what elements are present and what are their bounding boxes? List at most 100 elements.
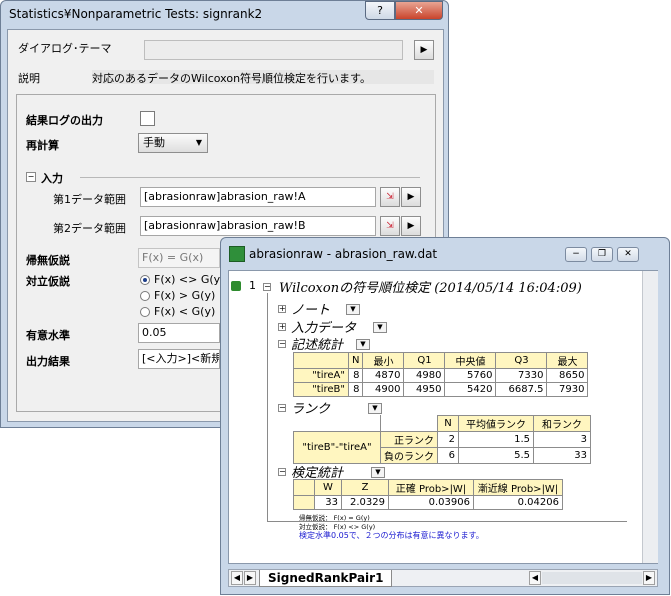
table-header: 平均値ランク — [458, 415, 534, 432]
log-output-checkbox[interactable] — [140, 111, 155, 126]
input-expand-toggle[interactable]: + — [278, 323, 286, 331]
range1-input[interactable]: [abrasionraw]abrasion_raw!A — [140, 187, 376, 207]
range2-input[interactable]: [abrasionraw]abrasion_raw!B — [140, 216, 376, 236]
rank-dropdown[interactable]: ▼ — [368, 403, 382, 414]
output-input[interactable]: [<入力>]<新規 — [138, 349, 220, 369]
row-label: 正ランク — [380, 431, 438, 448]
table-header: 最小 — [362, 352, 405, 369]
sheet-tab-signedrankpair1[interactable]: SignedRankPair1 — [259, 570, 393, 587]
recalc-label: 再計算 — [26, 139, 59, 152]
report-title: Wilcoxonの符号順位検定 (2014/05/14 16:04:09) — [279, 281, 582, 296]
output-label: 出力結果 — [26, 355, 70, 368]
test-collapse-toggle[interactable]: − — [278, 468, 286, 476]
table-cell[interactable]: 4870 — [362, 368, 405, 383]
range-select-icon: ⇲ — [386, 192, 394, 202]
notes-label: ノート — [291, 303, 331, 318]
test-stats-table: W Z 正確 Prob>|W| 漸近線 Prob>|W| 33 2.0329 0… — [293, 479, 563, 510]
range2-menu-button[interactable]: ▶ — [401, 216, 421, 236]
table-cell[interactable]: 8650 — [546, 368, 589, 383]
close-button[interactable]: ✕ — [617, 247, 639, 262]
range1-menu-button[interactable]: ▶ — [401, 187, 421, 207]
table-cell[interactable]: 2.0329 — [341, 495, 389, 510]
chevron-down-icon: ▼ — [372, 404, 378, 412]
dialog-title: Statistics¥Nonparametric Tests: signrank… — [9, 7, 263, 21]
input-dropdown[interactable]: ▼ — [373, 322, 387, 333]
table-cell[interactable]: 33 — [533, 447, 591, 464]
tab-scroll-right-button[interactable]: ▶ — [244, 571, 256, 585]
table-cell[interactable]: 0.04206 — [473, 495, 563, 510]
notes-expand-toggle[interactable]: + — [278, 305, 286, 313]
table-cell[interactable]: 6 — [437, 447, 459, 464]
minimize-button[interactable]: − — [565, 247, 587, 262]
table-cell[interactable]: 8 — [347, 382, 364, 397]
table-cell[interactable]: 6687.5 — [495, 382, 548, 397]
workbook-icon — [229, 246, 245, 262]
triangle-right-icon: ▶ — [407, 221, 415, 231]
table-cell[interactable]: 33 — [314, 495, 342, 510]
row-label: "tireB" — [293, 382, 349, 397]
chevron-down-icon: ▼ — [195, 138, 202, 147]
recalc-select[interactable]: 手動 ▼ — [138, 133, 208, 153]
range1-label: 第1データ範囲 — [53, 193, 126, 206]
table-cell[interactable]: 4950 — [403, 382, 446, 397]
hscroll-left-button[interactable]: ◀ — [529, 571, 541, 585]
triangle-right-icon: ▶ — [407, 192, 415, 202]
input-section-label: 入力 — [41, 172, 63, 185]
vertical-scrollbar[interactable] — [642, 271, 658, 563]
table-cell[interactable]: 7930 — [546, 382, 589, 397]
alt-hyp-label: 対立仮説 — [26, 275, 70, 288]
close-button[interactable]: ✕ — [395, 1, 443, 20]
rank-collapse-toggle[interactable]: − — [278, 404, 286, 412]
tree-guide — [267, 293, 268, 521]
table-cell[interactable]: 8 — [347, 368, 364, 383]
table-header — [293, 479, 315, 496]
horizontal-scrollbar[interactable] — [542, 572, 642, 584]
row-label: 負のランク — [380, 447, 438, 464]
table-row: "tireB" 8 4900 4950 5420 6687.5 7930 — [293, 382, 589, 397]
input-collapse-toggle[interactable]: − — [26, 172, 36, 182]
table-cell[interactable]: 5760 — [444, 368, 497, 383]
restore-button[interactable]: ❐ — [591, 247, 613, 262]
desc-stats-table: N 最小 Q1 中央値 Q3 最大 "tireA" 8 4870 4980 57… — [293, 352, 589, 397]
description-text: 対応のあるデータのWilcoxon符号順位検定を行います。 — [92, 70, 434, 85]
theme-menu-button[interactable]: ▶ — [414, 40, 434, 60]
rank-table: N 平均値ランク 和ランク "tireB"-"tireA" 正ランク 2 1.5… — [293, 415, 591, 464]
test-dropdown[interactable]: ▼ — [371, 467, 385, 478]
null-hyp-field: F(x) = G(x) — [138, 248, 220, 268]
desc-dropdown[interactable]: ▼ — [356, 339, 370, 350]
table-cell[interactable]: 2 — [437, 431, 459, 448]
help-button[interactable]: ? — [365, 1, 395, 20]
table-cell[interactable]: 5420 — [444, 382, 497, 397]
table-cell[interactable]: 7330 — [495, 368, 548, 383]
desc-collapse-toggle[interactable]: − — [278, 340, 286, 348]
table-cell[interactable]: 5.5 — [458, 447, 534, 464]
table-cell[interactable]: 1.5 — [458, 431, 534, 448]
table-row: 33 2.0329 0.03906 0.04206 — [293, 495, 563, 510]
table-cell[interactable]: 0.03906 — [388, 495, 474, 510]
table-cell[interactable]: 4900 — [362, 382, 405, 397]
table-row: "tireA" 8 4870 4980 5760 7330 8650 — [293, 368, 589, 383]
sig-level-input[interactable]: 0.05 — [138, 323, 220, 343]
range2-select-button[interactable]: ⇲ — [380, 216, 400, 236]
notes-dropdown[interactable]: ▼ — [346, 304, 360, 315]
conclusion-text: 検定水準0.05で、２つの分布は有意に異なります。 — [299, 531, 484, 540]
table-cell[interactable]: 3 — [533, 431, 591, 448]
hscroll-right-button[interactable]: ▶ — [643, 571, 655, 585]
tab-scroll-left-button[interactable]: ◀ — [231, 571, 243, 585]
table-cell[interactable]: 4980 — [403, 368, 446, 383]
report-collapse-toggle[interactable]: − — [263, 283, 271, 291]
alt-radio-greater[interactable] — [140, 291, 150, 301]
alt-option-label: F(x) < G(y) — [154, 305, 216, 318]
description-label: 説明 — [18, 72, 40, 85]
section-divider — [80, 177, 420, 178]
table-header: N — [437, 415, 459, 432]
workbook-title: abrasionraw - abrasion_raw.dat — [249, 247, 438, 261]
alt-radio-less[interactable] — [140, 307, 150, 317]
range1-select-button[interactable]: ⇲ — [380, 187, 400, 207]
alt-radio-two-sided[interactable] — [140, 275, 150, 285]
theme-field[interactable] — [144, 40, 403, 60]
workbook-window: abrasionraw - abrasion_raw.dat − ❐ ✕ 1 −… — [220, 237, 670, 595]
triangle-right-icon: ▶ — [420, 45, 428, 55]
row-label — [293, 495, 315, 510]
row-label: "tireA" — [293, 368, 349, 383]
